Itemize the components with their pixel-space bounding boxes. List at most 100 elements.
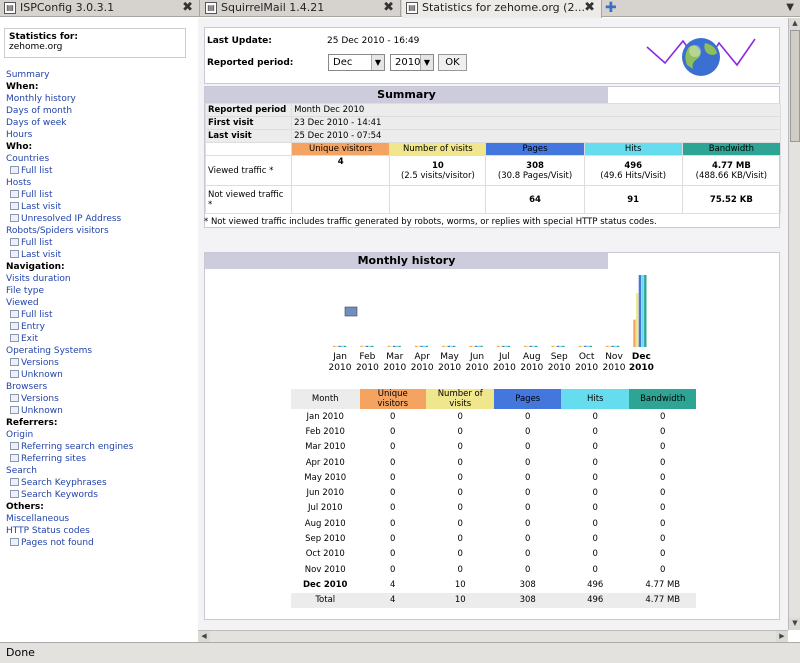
not-viewed-hits: 91 — [583, 185, 683, 214]
menu-subitem[interactable]: Search Keywords — [6, 489, 194, 501]
table-total-cell: Total — [291, 592, 360, 608]
new-tab-icon[interactable]: ✚ — [605, 0, 617, 16]
tab-list-icon[interactable]: ▼ — [786, 0, 794, 16]
bar-bandwidth — [343, 345, 347, 347]
close-icon[interactable]: ✖ — [182, 0, 193, 16]
menu-item[interactable]: Visits duration — [6, 273, 194, 285]
table-cell: 308 — [519, 579, 536, 590]
menu-item[interactable]: Summary — [6, 69, 194, 81]
year-select[interactable]: 2010 ▼ — [390, 54, 434, 71]
menu-item[interactable]: File type — [6, 285, 194, 297]
vertical-scrollbar[interactable]: ▲ ▼ — [788, 18, 800, 630]
viewed-visits-cell: 10 (2.5 visits/visitor) — [389, 155, 487, 186]
menu-item[interactable]: Days of week — [6, 117, 194, 129]
month-label-month: Aug — [523, 352, 541, 362]
table-row: Jun 2010 0 0 0 0 0 — [291, 485, 696, 500]
table-cell: 0 — [457, 503, 463, 514]
menu-subitem[interactable]: Exit — [6, 333, 194, 345]
monthly-history-title: Monthly history — [205, 253, 608, 269]
menu-subitem[interactable]: Full list — [6, 309, 194, 321]
ok-button[interactable]: OK — [438, 54, 467, 71]
scroll-down-icon[interactable]: ▼ — [789, 618, 800, 630]
menu-item[interactable]: Viewed — [6, 297, 194, 309]
viewed-pages: 308 — [526, 160, 544, 171]
menu-item[interactable]: Miscellaneous — [6, 513, 194, 525]
table-cell: 0 — [592, 442, 598, 453]
menu-item[interactable]: Hours — [6, 129, 194, 141]
bar-bandwidth — [589, 345, 592, 347]
bar-number-of-visits — [581, 345, 584, 347]
menu-item-label: Countries — [6, 154, 50, 164]
popup-icon — [10, 310, 19, 318]
menu-item[interactable]: Countries — [6, 153, 194, 165]
table-cell: 0 — [660, 426, 666, 437]
close-icon[interactable]: ✖ — [584, 0, 595, 16]
bar-bandwidth — [398, 345, 401, 347]
table-header-cell: Month — [291, 389, 360, 409]
table-cell: 0 — [457, 442, 463, 453]
menu-subitem[interactable]: Unknown — [6, 405, 194, 417]
update-box: Last Update: 25 Dec 2010 - 16:49 Reporte… — [204, 27, 780, 84]
menu-subitem[interactable]: Unknown — [6, 369, 194, 381]
status-bar: Done — [0, 642, 800, 663]
menu-item[interactable]: Search — [6, 465, 194, 477]
menu-item-label: Referring search engines — [21, 442, 134, 452]
table-cell: Nov 2010 — [304, 564, 346, 575]
tab-squirrelmail[interactable]: ▤ SquirrelMail 1.4.21 ✖ — [201, 0, 401, 17]
menu-subitem[interactable]: Versions — [6, 393, 194, 405]
menu-subitem[interactable]: Referring search engines — [6, 441, 194, 453]
scroll-up-icon[interactable]: ▲ — [789, 18, 800, 30]
menu-subitem[interactable]: Search Keyphrases — [6, 477, 194, 489]
col-pages: Pages — [485, 142, 585, 156]
menu-item[interactable]: Operating Systems — [6, 345, 194, 357]
menu-subitem[interactable]: Versions — [6, 357, 194, 369]
table-row: May 2010 0 0 0 0 0 — [291, 470, 696, 485]
month-select[interactable]: Dec ▼ — [328, 54, 385, 71]
tab-statistics[interactable]: ▤ Statistics for zehome.org (2... ✖ — [402, 0, 602, 18]
menu-subitem[interactable]: Full list — [6, 189, 194, 201]
menu-subitem[interactable]: Full list — [6, 165, 194, 177]
menu-item[interactable]: Hosts — [6, 177, 194, 189]
menu-subitem[interactable]: Full list — [6, 237, 194, 249]
bar-hits — [423, 345, 426, 347]
menu-item[interactable]: Browsers — [6, 381, 194, 393]
table-cell: 0 — [525, 472, 531, 483]
tab-ispconfig[interactable]: ▤ ISPConfig 3.0.3.1 ✖ — [0, 0, 200, 17]
bar-number-of-visits — [390, 345, 393, 347]
menu-item[interactable]: HTTP Status codes — [6, 525, 194, 537]
table-row: Sep 2010 0 0 0 0 0 — [291, 531, 696, 546]
table-row: Jul 2010 0 0 0 0 0 — [291, 501, 696, 516]
table-cell: 0 — [390, 518, 396, 529]
menu-item-label: Referrers: — [6, 418, 58, 428]
bar-number-of-visits — [554, 345, 557, 347]
vertical-scroll-thumb[interactable] — [790, 30, 800, 142]
menu-item[interactable]: Days of month — [6, 105, 194, 117]
table-cell: 0 — [660, 472, 666, 483]
viewed-hits-sub: (49.6 Hits/Visit) — [600, 170, 667, 181]
menu-item-label: Days of month — [6, 106, 73, 116]
popup-icon — [10, 370, 19, 378]
menu-subitem[interactable]: Last visit — [6, 249, 194, 261]
menu-subitem[interactable]: Last visit — [6, 201, 194, 213]
bar-number-of-visits — [417, 345, 420, 347]
menu-item-label: Versions — [21, 394, 59, 404]
menu-item-label: Last visit — [21, 202, 62, 212]
bar-bandwidth — [480, 345, 483, 347]
menu-subitem[interactable]: Entry — [6, 321, 194, 333]
close-icon[interactable]: ✖ — [383, 0, 394, 16]
table-total-cell: 496 — [560, 592, 630, 608]
not-viewed-pages: 64 — [485, 185, 585, 214]
horizontal-scrollbar[interactable]: ◀ ▶ — [198, 630, 788, 643]
menu-subitem[interactable]: Pages not found — [6, 537, 194, 549]
menu-item[interactable]: Robots/Spiders visitors — [6, 225, 194, 237]
menu-subitem[interactable]: Unresolved IP Address — [6, 213, 194, 225]
month-label-month: Oct — [578, 352, 595, 362]
menu-subitem[interactable]: Referring sites — [6, 453, 194, 465]
not-viewed-traffic-label: Not viewed traffic * — [204, 185, 293, 214]
menu-item[interactable]: Origin — [6, 429, 194, 441]
table-cell: 0 — [390, 488, 396, 499]
month-label-month: Apr — [414, 352, 430, 362]
last-visit-value: 25 Dec 2010 - 07:54 — [291, 129, 781, 143]
table-cell: Oct 2010 — [305, 549, 345, 560]
menu-item[interactable]: Monthly history — [6, 93, 194, 105]
